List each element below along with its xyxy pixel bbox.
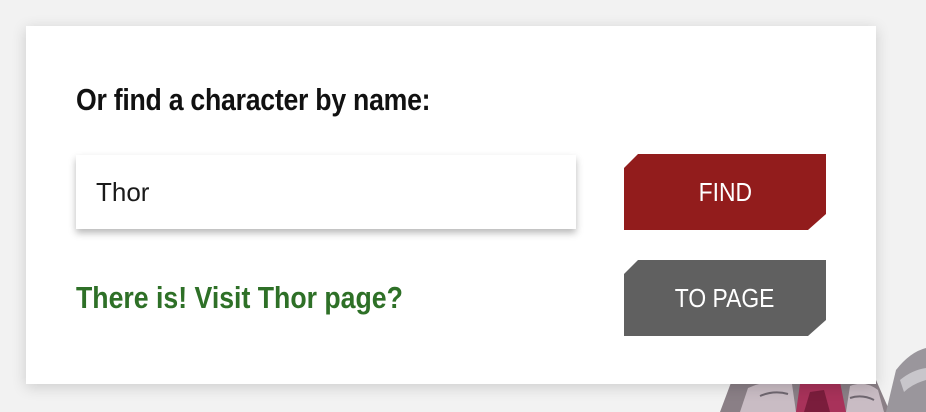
page: Or find a character by name: FIND There … bbox=[0, 0, 926, 412]
find-button[interactable]: FIND bbox=[624, 154, 826, 230]
character-search-card: Or find a character by name: FIND There … bbox=[26, 26, 876, 384]
character-name-input[interactable] bbox=[76, 155, 576, 229]
to-page-button[interactable]: TO PAGE bbox=[624, 260, 826, 336]
search-heading: Or find a character by name: bbox=[76, 82, 431, 117]
search-result-message: There is! Visit Thor page? bbox=[76, 280, 403, 315]
to-page-button-label: TO PAGE bbox=[675, 282, 775, 313]
find-button-label: FIND bbox=[698, 176, 752, 207]
